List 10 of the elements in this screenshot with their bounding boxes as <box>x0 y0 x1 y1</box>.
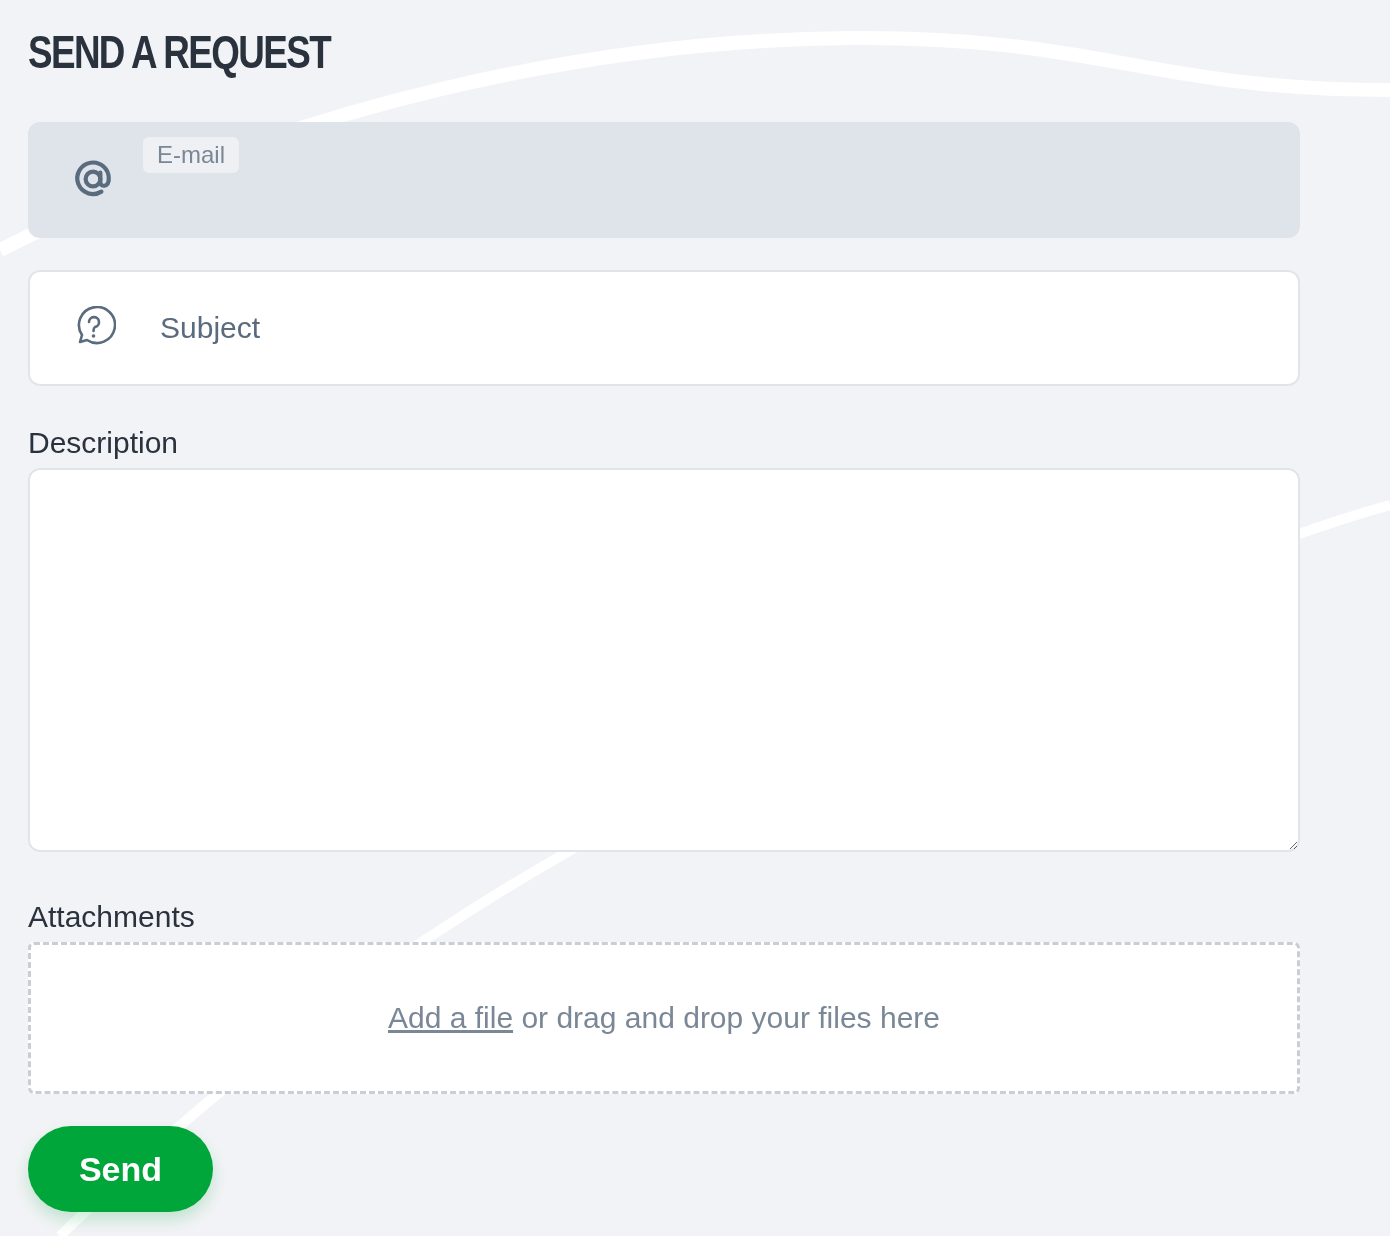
email-field[interactable] <box>28 122 1300 238</box>
attachments-label: Attachments <box>28 899 196 935</box>
subject-field[interactable]: Subject <box>28 270 1300 386</box>
send-button[interactable]: Send <box>28 1126 213 1212</box>
drop-zone[interactable]: Add a file or drag and drop your files here <box>28 942 1300 1094</box>
page-title: SEND A REQUEST <box>28 25 332 80</box>
description-label: Description <box>28 425 180 461</box>
drop-instructions: Add a file or drag and drop your files here <box>388 1001 940 1035</box>
description-field[interactable] <box>28 468 1300 852</box>
add-file-link[interactable]: Add a file <box>388 1001 514 1034</box>
